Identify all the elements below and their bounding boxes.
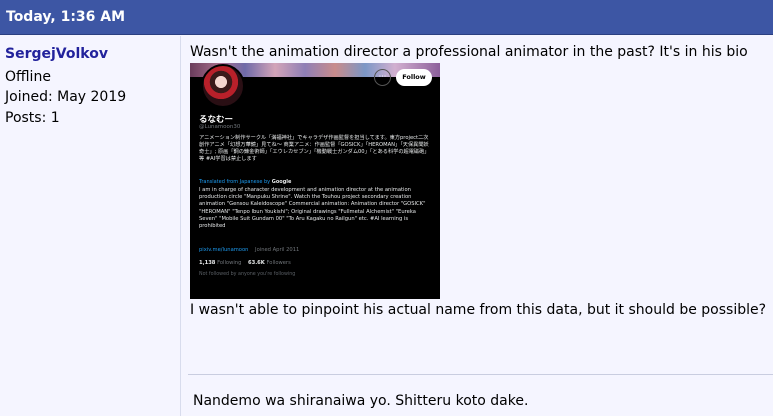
- translation-notice: Translated from Japanese by Google: [199, 179, 291, 185]
- profile-avatar: [201, 64, 245, 108]
- more-options-icon: ···: [374, 69, 391, 86]
- post-date: Today, 1:36 AM: [6, 9, 126, 25]
- translation-provider: Google: [271, 179, 292, 185]
- profile-handle: @Lunamoon30: [199, 124, 241, 130]
- translation-label: Translated from Japanese by: [199, 179, 271, 185]
- user-info-panel: SergejVolkov Offline Joined: May 2019 Po…: [0, 36, 181, 416]
- profile-joined: Joined April 2011: [255, 247, 300, 253]
- message-text-line-2: I wasn't able to pinpoint his actual nam…: [190, 302, 767, 318]
- user-post-count: Posts: 1: [5, 110, 60, 126]
- embedded-profile-image[interactable]: ··· Follow るなむー @Lunamoon30 アニメーション制作サーク…: [190, 63, 440, 299]
- profile-counts: 1,138 Following 63.6K Followers: [199, 260, 291, 266]
- profile-bio-japanese: アニメーション制作サークル「満福神社」でキャラデザ作画監督を担当してます。東方p…: [199, 135, 430, 162]
- followers-count: 63.6K: [247, 260, 265, 266]
- username-link[interactable]: SergejVolkov: [5, 46, 108, 62]
- user-joined-date: Joined: May 2019: [5, 89, 127, 105]
- profile-bio-english: I am in charge of character development …: [199, 187, 426, 230]
- following-count: 1,138: [199, 260, 216, 266]
- followed-by-note: Not followed by anyone you're following: [199, 272, 296, 277]
- message-text-line-1: Wasn't the animation director a professi…: [190, 44, 748, 60]
- profile-link: pixiv.me/lunamoon: [199, 247, 249, 253]
- post-message: Wasn't the animation director a professi…: [182, 36, 773, 416]
- following-label: Following: [217, 260, 242, 266]
- signature-divider: [188, 374, 773, 375]
- followers-label: Followers: [266, 260, 291, 266]
- post-header: Today, 1:36 AM: [0, 0, 773, 35]
- profile-meta: pixiv.me/lunamoon Joined April 2011: [199, 247, 299, 253]
- follow-button: Follow: [396, 69, 432, 86]
- user-signature: Nandemo wa shiranaiwa yo. Shitteru koto …: [193, 393, 529, 409]
- user-status: Offline: [5, 69, 51, 85]
